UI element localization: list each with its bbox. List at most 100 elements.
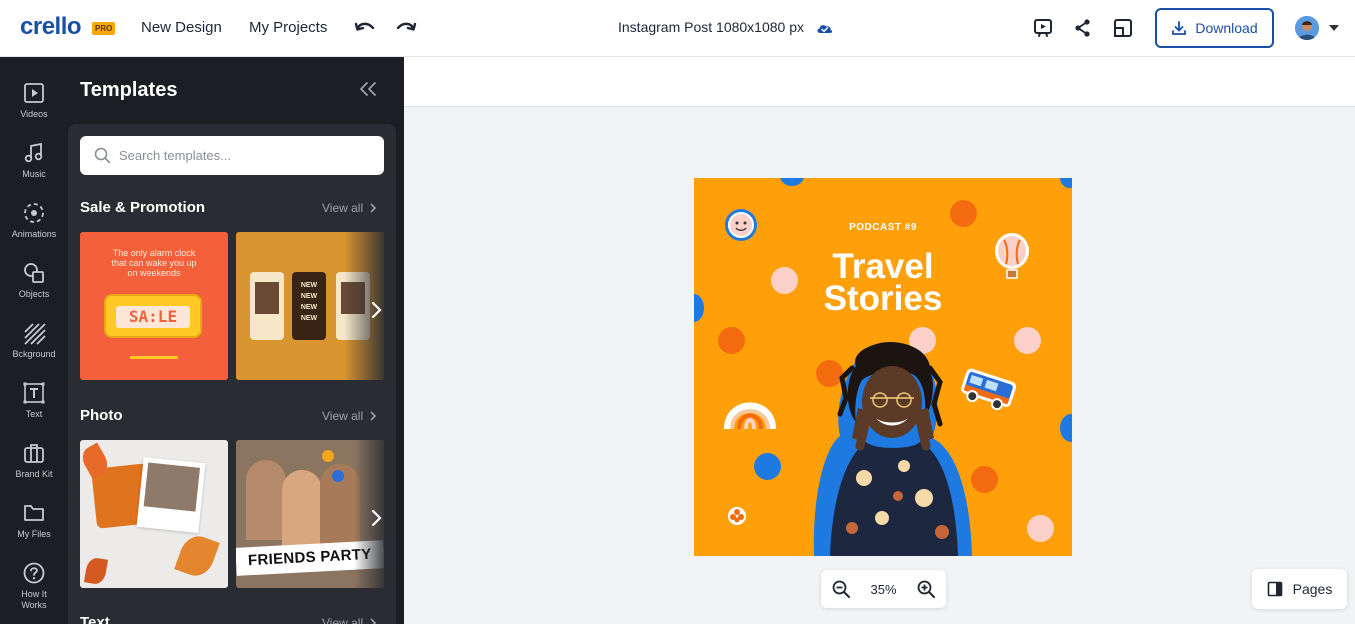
decor-dot (1060, 414, 1072, 442)
music-icon (24, 142, 43, 163)
design-podcast-label[interactable]: PODCAST #9 (694, 222, 1072, 233)
template-thumb-alarm-sale[interactable]: The only alarm clock that can wake you u… (80, 232, 228, 380)
rail-item-videos[interactable]: Videos (0, 81, 68, 141)
decor-dot (718, 327, 745, 354)
video-icon (24, 83, 44, 103)
thumb-text: The only alarm clock that can wake you u… (111, 248, 197, 278)
resize-icon[interactable] (1111, 16, 1135, 40)
rail-item-text[interactable]: Text (0, 381, 68, 441)
cloud-saved-icon (817, 25, 833, 33)
template-thumb-autumn-photo[interactable] (80, 440, 228, 588)
help-icon (23, 562, 45, 584)
decor-dot (780, 178, 804, 186)
thumb-clock-graphic: SA:LE (104, 294, 202, 338)
thumb-leaf (83, 556, 109, 586)
rail-label: Videos (20, 109, 48, 119)
section-title-photo: Photo (80, 407, 123, 424)
thumb-leaf (174, 531, 220, 581)
decor-dot (1027, 515, 1054, 542)
rail-label: Text (25, 409, 43, 419)
design-canvas[interactable]: PODCAST #9 Travel Stories (694, 178, 1072, 556)
decor-dot (754, 453, 781, 480)
view-all-photo[interactable]: View all (322, 409, 377, 423)
zoom-out-icon[interactable] (831, 579, 851, 599)
rail-label: Brand Kit (15, 469, 53, 479)
my-projects-link[interactable]: My Projects (249, 19, 327, 36)
pro-badge: PRO (92, 22, 116, 35)
decor-dot (1014, 327, 1041, 354)
rail-label: How It Works (21, 589, 47, 610)
document-title[interactable]: Instagram Post 1080x1080 px (618, 19, 804, 35)
zoom-control: 35% (821, 570, 946, 608)
pages-button[interactable]: Pages (1252, 569, 1347, 609)
undo-icon[interactable] (353, 16, 377, 40)
avatar[interactable] (1295, 16, 1319, 40)
view-all-text[interactable]: View all (322, 616, 377, 624)
folder-icon (24, 505, 44, 521)
top-bar: crello PRO New Design My Projects Instag… (0, 0, 1355, 57)
share-icon[interactable] (1071, 16, 1095, 40)
rail-item-music[interactable]: Music (0, 141, 68, 201)
animation-icon (24, 203, 44, 223)
scroll-right-icon[interactable] (364, 298, 388, 322)
rail-label: Animations (11, 229, 57, 239)
tool-rail: Videos Music Animations Objects Bckgroun… (0, 57, 68, 624)
redo-icon[interactable] (394, 16, 418, 40)
rail-item-my-files[interactable]: My Files (0, 501, 68, 561)
download-label: Download (1195, 20, 1258, 36)
rail-item-brand-kit[interactable]: Brand Kit (0, 441, 68, 501)
download-button[interactable]: Download (1155, 8, 1274, 48)
canvas-toolbar-area (404, 57, 1355, 107)
search-box[interactable] (80, 136, 384, 175)
collapse-panel-icon[interactable] (358, 81, 378, 97)
rainbow-sticker-icon (724, 402, 776, 430)
templates-list[interactable]: Sale & Promotion View all The only alarm… (68, 124, 396, 624)
section-title-text: Text (80, 614, 110, 624)
thumb-phone (250, 272, 284, 340)
panel-title: Templates (80, 79, 178, 101)
thumb-polaroid (136, 456, 206, 534)
design-headline-stories[interactable]: Stories (694, 281, 1072, 316)
view-all-label: View all (322, 409, 364, 423)
view-all-label: View all (322, 616, 364, 624)
zoom-in-icon[interactable] (916, 579, 936, 599)
rail-item-objects[interactable]: Objects (0, 261, 68, 321)
thumb-sticker (332, 470, 344, 482)
text-icon (23, 382, 45, 404)
zoom-level[interactable]: 35% (870, 582, 896, 597)
template-thumb-new-phones[interactable]: NEW NEW NEW NEW (236, 232, 384, 380)
template-thumb-friends-party[interactable]: FRIENDS PARTY (236, 440, 384, 588)
brand-kit-icon (24, 444, 44, 463)
objects-icon (24, 263, 44, 283)
new-design-link[interactable]: New Design (141, 19, 222, 36)
preview-icon[interactable] (1031, 16, 1055, 40)
rail-label: My Files (17, 529, 51, 539)
section-title-sale-promotion: Sale & Promotion (80, 199, 206, 216)
crello-logo[interactable]: crello (20, 13, 82, 41)
chevron-right-icon (370, 411, 377, 421)
search-icon (94, 147, 111, 164)
decor-dot (1060, 178, 1072, 188)
chevron-right-icon (370, 203, 377, 213)
pages-panel-icon (1267, 581, 1282, 597)
rail-item-animations[interactable]: Animations (0, 201, 68, 261)
download-icon (1172, 21, 1187, 35)
pages-label: Pages (1292, 581, 1333, 597)
thumb-footer-line (130, 356, 178, 359)
background-icon (24, 323, 46, 345)
account-menu-caret-icon[interactable] (1329, 25, 1339, 31)
thumb-phone-new: NEW NEW NEW NEW (292, 272, 326, 340)
search-input[interactable] (119, 148, 369, 163)
chevron-right-icon (370, 618, 377, 624)
rail-item-background[interactable]: Bckground (0, 321, 68, 381)
rail-item-how-it-works[interactable]: How It Works (0, 561, 68, 621)
thumb-sticker (322, 450, 334, 462)
user-avatar-icon (1295, 16, 1319, 40)
person-photo (813, 342, 972, 556)
scroll-right-icon[interactable] (364, 506, 388, 530)
rail-label: Objects (18, 289, 50, 299)
view-all-sale-promotion[interactable]: View all (322, 201, 377, 215)
rail-label: Music (22, 169, 46, 179)
rail-label: Bckground (12, 349, 56, 359)
flower-sticker-icon (728, 507, 746, 525)
